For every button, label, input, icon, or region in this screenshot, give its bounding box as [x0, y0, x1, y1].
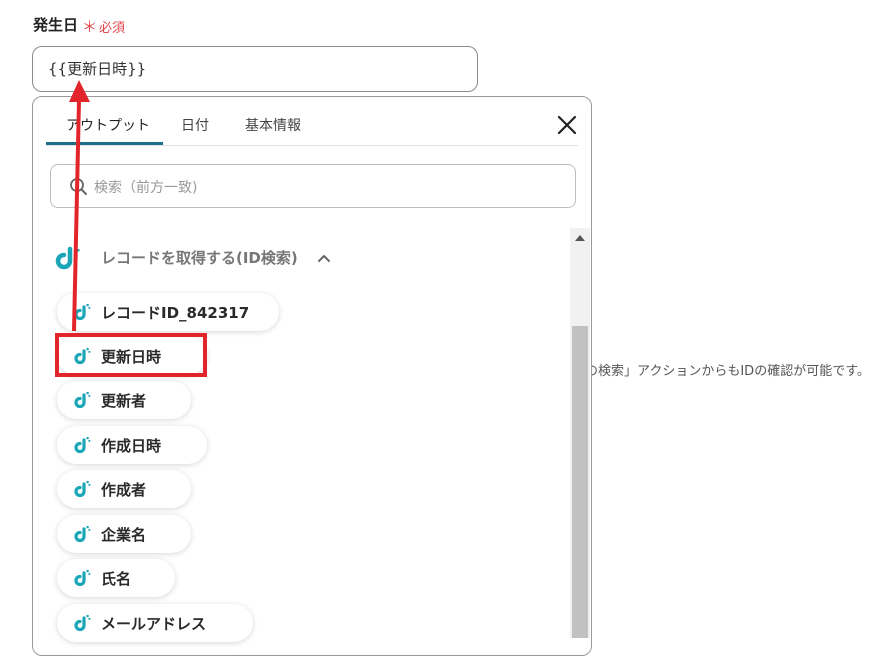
- app-logo-icon: [73, 391, 91, 409]
- required-star: ＊: [82, 18, 98, 36]
- search-icon: [69, 177, 89, 197]
- chevron-up-icon[interactable]: [316, 250, 332, 266]
- app-logo-icon: [73, 569, 91, 587]
- hint-text: の検索」アクションからもIDの確認が可能です。: [585, 364, 870, 379]
- tab-output[interactable]: アウトプット: [66, 115, 150, 135]
- tabs-divider: [46, 145, 578, 146]
- app-logo-icon: [73, 525, 91, 543]
- output-item-label: 企業名: [101, 526, 147, 544]
- app-logo-icon: [73, 480, 91, 498]
- field-label: 発生日: [33, 16, 79, 34]
- output-item[interactable]: レコードID_842317: [57, 293, 279, 331]
- output-item-label: メールアドレス: [101, 615, 207, 633]
- output-item[interactable]: 企業名: [57, 515, 191, 553]
- app-logo-icon: [73, 436, 91, 454]
- output-item[interactable]: 作成日時: [57, 426, 207, 464]
- app-logo-icon: [73, 614, 91, 632]
- output-item-label: 氏名: [101, 570, 132, 588]
- output-item-label: 作成者: [101, 481, 147, 499]
- output-item-label: 作成日時: [101, 437, 162, 455]
- output-item[interactable]: 更新者: [57, 381, 191, 419]
- annotation-highlight: [55, 333, 207, 377]
- output-item-label: レコードID_842317: [101, 304, 250, 322]
- date-value-input[interactable]: {{更新日時}}: [32, 46, 478, 92]
- scroll-thumb[interactable]: [572, 326, 588, 638]
- output-item-label: 更新者: [101, 392, 147, 410]
- search-input[interactable]: 検索（前方一致): [50, 164, 576, 208]
- output-item[interactable]: 氏名: [57, 559, 175, 597]
- output-item[interactable]: 作成者: [57, 470, 191, 508]
- group-title: レコードを取得する(ID検索): [101, 249, 298, 267]
- tab-date[interactable]: 日付: [181, 115, 209, 135]
- close-icon[interactable]: [553, 111, 581, 139]
- required-text: 必須: [99, 21, 126, 36]
- tab-bar: アウトプット 日付 基本情報: [33, 97, 591, 147]
- scroll-up-arrow[interactable]: [575, 235, 585, 241]
- tab-basic-info[interactable]: 基本情報: [245, 115, 301, 135]
- output-item[interactable]: メールアドレス: [57, 604, 253, 642]
- app-logo-icon: [53, 243, 81, 271]
- app-logo-icon: [73, 303, 91, 321]
- scrollbar[interactable]: [570, 228, 590, 638]
- search-placeholder: 検索（前方一致): [94, 180, 198, 196]
- required-badge: ＊必須: [82, 16, 125, 37]
